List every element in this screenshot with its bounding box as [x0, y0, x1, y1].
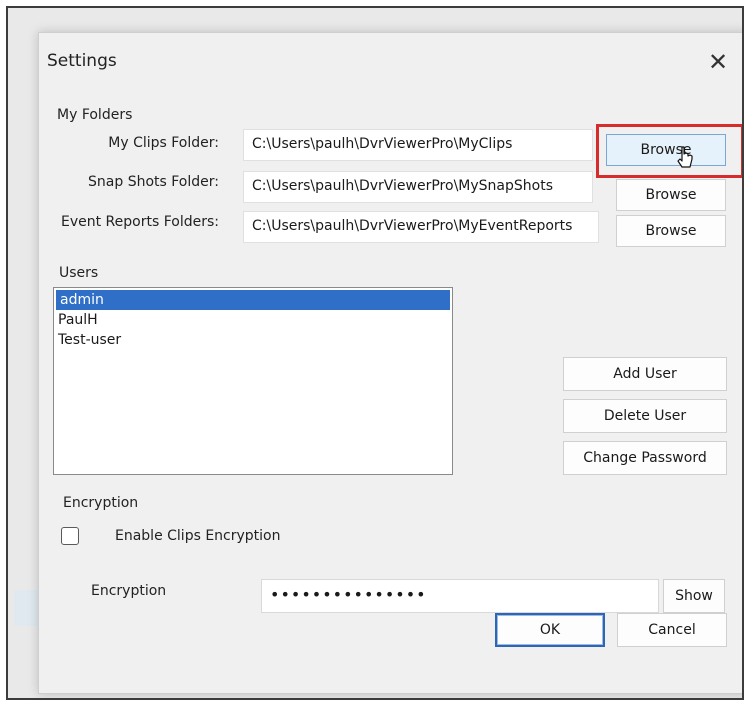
- encryption-field-label: Encryption: [91, 583, 167, 599]
- event-reports-folder-field[interactable]: C:\Users\paulh\DvrViewerPro\MyEventRepor…: [243, 211, 599, 243]
- my-clips-folder-field[interactable]: C:\Users\paulh\DvrViewerPro\MyClips: [243, 129, 593, 161]
- users-list[interactable]: admin PaulH Test-user: [53, 287, 453, 475]
- close-icon: ✕: [707, 48, 729, 76]
- add-user-button[interactable]: Add User: [563, 357, 727, 391]
- snap-shots-folder-field[interactable]: C:\Users\paulh\DvrViewerPro\MySnapShots: [243, 171, 593, 203]
- user-list-item[interactable]: admin: [56, 290, 450, 310]
- browse-clips-button[interactable]: Browse: [606, 134, 726, 166]
- enable-encryption-checkbox[interactable]: [61, 527, 79, 545]
- user-list-item[interactable]: Test-user: [54, 330, 452, 350]
- dialog-title: Settings: [47, 51, 117, 71]
- screenshot-frame: Settings ✕ My Folders My Clips Folder: C…: [6, 6, 744, 700]
- my-clips-folder-label: My Clips Folder:: [108, 135, 219, 151]
- users-group-label: Users: [59, 265, 99, 281]
- browse-snapshots-button[interactable]: Browse: [616, 179, 726, 211]
- enable-encryption-label[interactable]: Enable Clips Encryption: [115, 528, 280, 544]
- delete-user-button[interactable]: Delete User: [563, 399, 727, 433]
- cancel-button[interactable]: Cancel: [617, 613, 727, 647]
- encryption-password-field[interactable]: •••••••••••••••: [261, 579, 659, 613]
- settings-dialog: Settings ✕ My Folders My Clips Folder: C…: [38, 32, 742, 694]
- encryption-group-label: Encryption: [63, 495, 139, 511]
- user-list-item[interactable]: PaulH: [54, 310, 452, 330]
- my-folders-group-label: My Folders: [57, 107, 133, 123]
- show-password-button[interactable]: Show: [663, 579, 725, 613]
- ok-button[interactable]: OK: [495, 613, 605, 647]
- close-button[interactable]: ✕: [703, 47, 733, 77]
- mouse-cursor-icon: [677, 146, 693, 168]
- snap-shots-folder-label: Snap Shots Folder:: [88, 174, 219, 190]
- browse-event-reports-button[interactable]: Browse: [616, 215, 726, 247]
- event-reports-folder-label: Event Reports Folders:: [61, 214, 219, 230]
- change-password-button[interactable]: Change Password: [563, 441, 727, 475]
